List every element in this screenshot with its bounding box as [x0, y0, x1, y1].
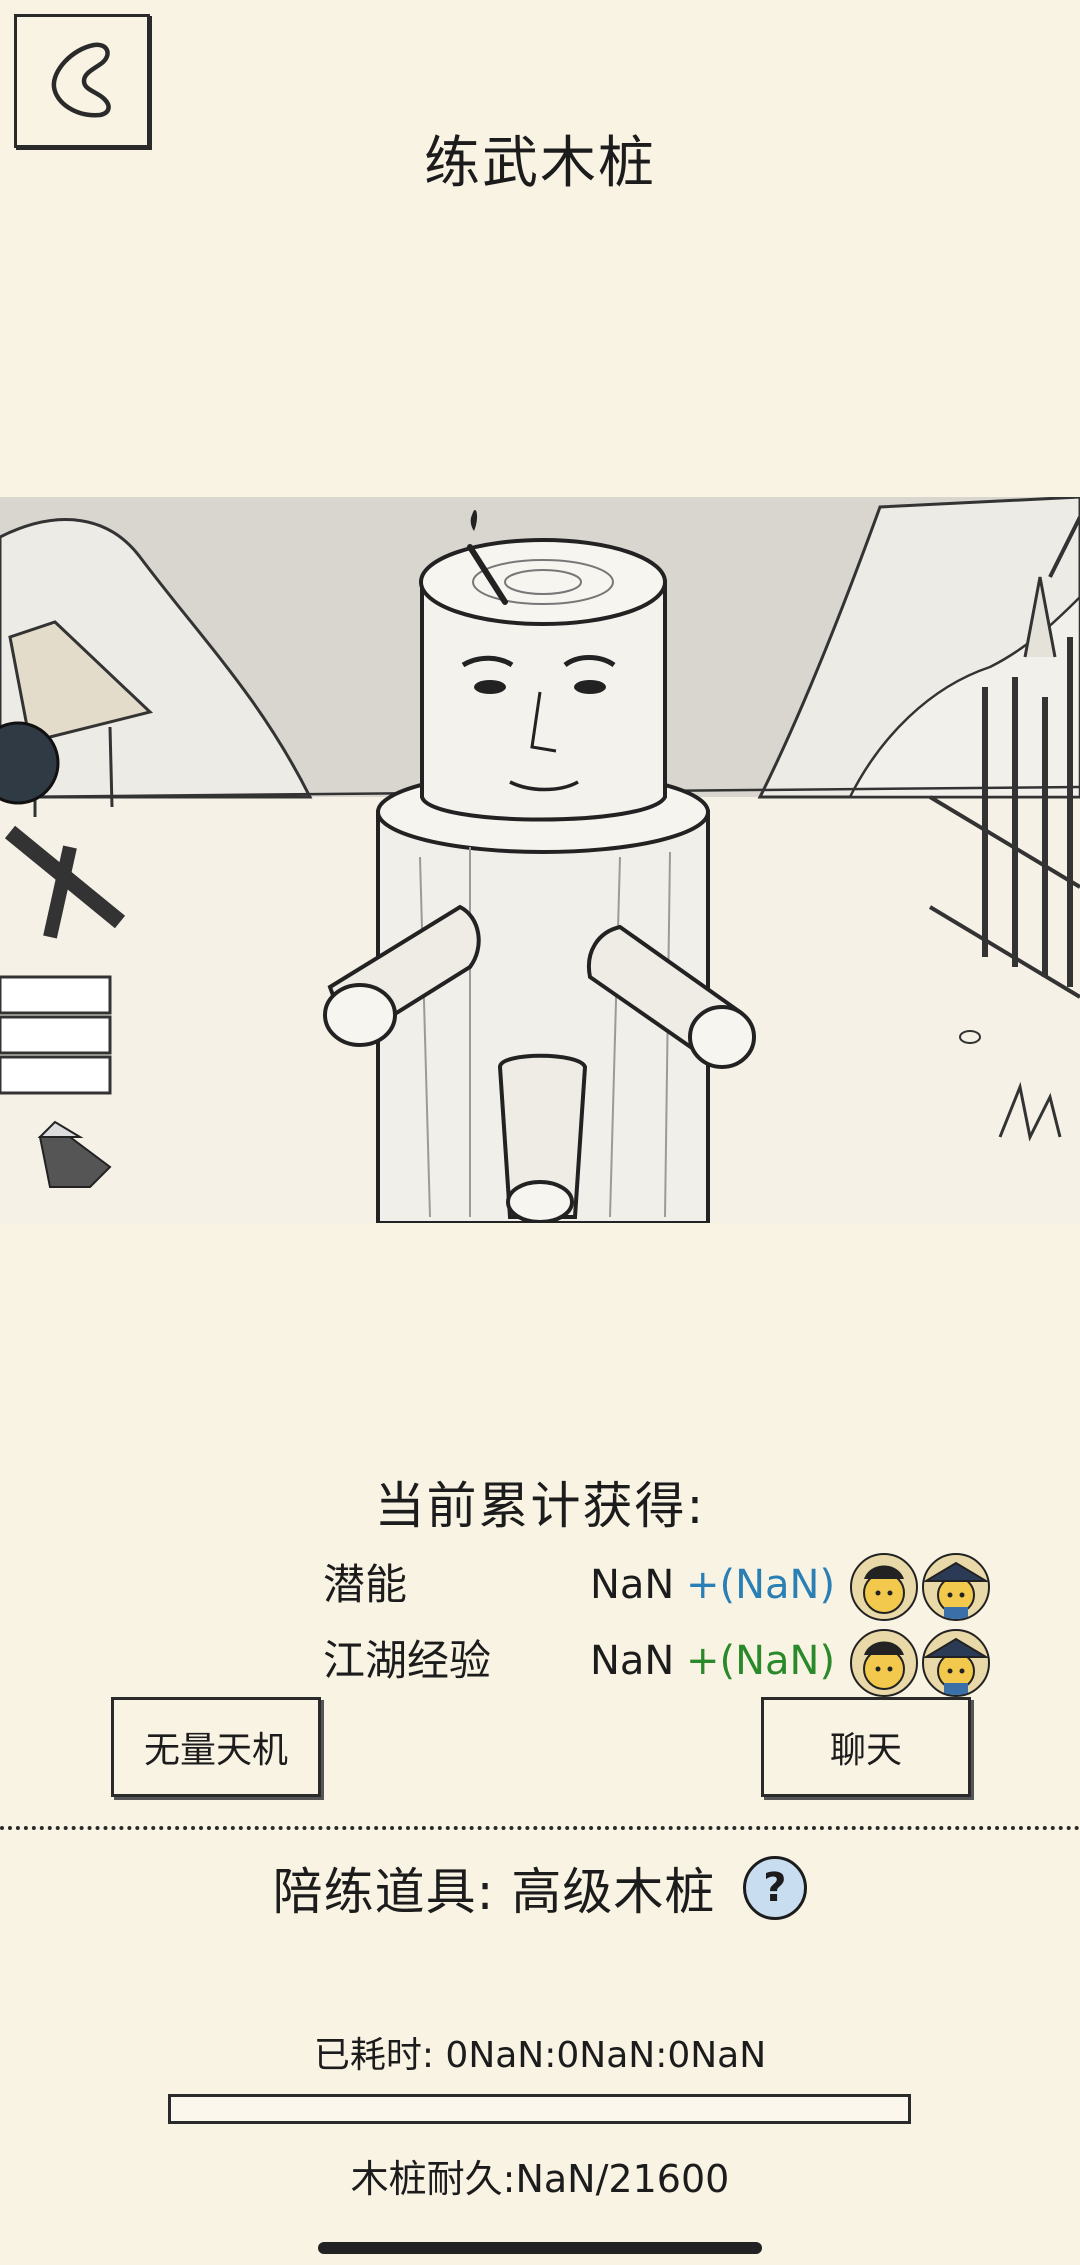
back-arrow-icon: [51, 42, 111, 118]
training-tool-line: 陪练道具: 高级木桩 ?: [0, 1852, 1080, 1924]
avatar-scholar-icon: [850, 1629, 918, 1697]
stat-label: 潜能: [323, 1560, 408, 1609]
training-dummy-screen: 练武木桩 当前累计获得: 潜能 NaN +(NaN) 江湖经验 NaN +(Na…: [0, 0, 1080, 2265]
chat-button[interactable]: 聊天: [761, 1697, 971, 1797]
stat-row-potential: 潜能 NaN +(NaN): [0, 1550, 1080, 1630]
section-divider: [0, 1826, 1080, 1830]
training-tool-label: 陪练道具: 高级木桩: [272, 1863, 716, 1921]
stat-row-experience: 江湖经验 NaN +(NaN): [0, 1626, 1080, 1706]
accumulated-gains-title: 当前累计获得:: [374, 1477, 706, 1535]
home-indicator[interactable]: [318, 2242, 762, 2254]
durability-progress-bar: [168, 2094, 911, 2124]
stat-bonus: +(NaN): [686, 1638, 836, 1684]
stat-value: NaN: [590, 1638, 675, 1684]
avatar-swordsman-icon: [922, 1553, 990, 1621]
durability-text: 木桩耐久:NaN/21600: [350, 2157, 730, 2201]
page-title: 练武木桩: [424, 131, 656, 196]
wuliang-tianji-button[interactable]: 无量天机: [111, 1697, 321, 1797]
help-icon[interactable]: ?: [743, 1856, 808, 1920]
stat-label: 江湖经验: [323, 1636, 492, 1685]
stat-value: NaN: [590, 1562, 675, 1608]
stat-bonus: +(NaN): [686, 1562, 836, 1608]
training-scene-illustration: [0, 497, 1080, 1223]
elapsed-time-text: 已耗时: 0NaN:0NaN:0NaN: [313, 2035, 767, 2076]
avatar-swordsman-icon: [922, 1629, 990, 1697]
avatar-scholar-icon: [850, 1553, 918, 1621]
